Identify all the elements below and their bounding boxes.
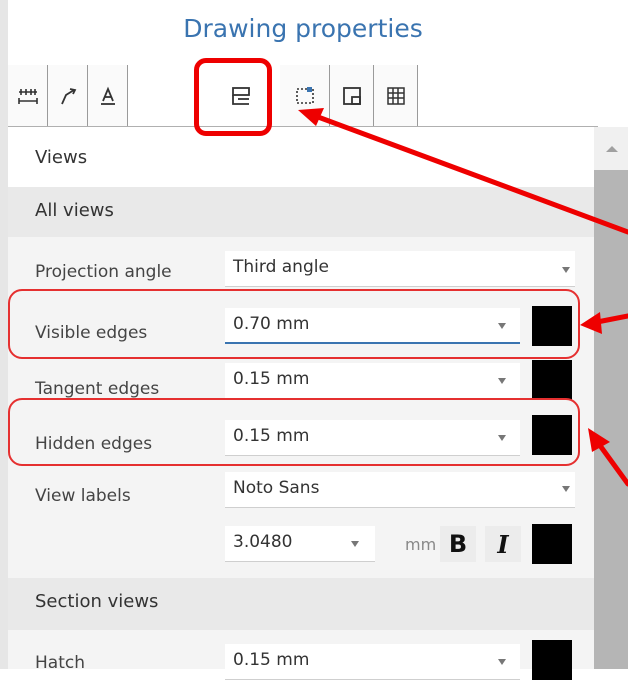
hidden-edges-arrow-head: [588, 428, 610, 452]
annotation-arrows: [298, 108, 628, 487]
tab-arrow-line: [307, 111, 628, 235]
visible-edges-arrow-head: [580, 312, 602, 334]
